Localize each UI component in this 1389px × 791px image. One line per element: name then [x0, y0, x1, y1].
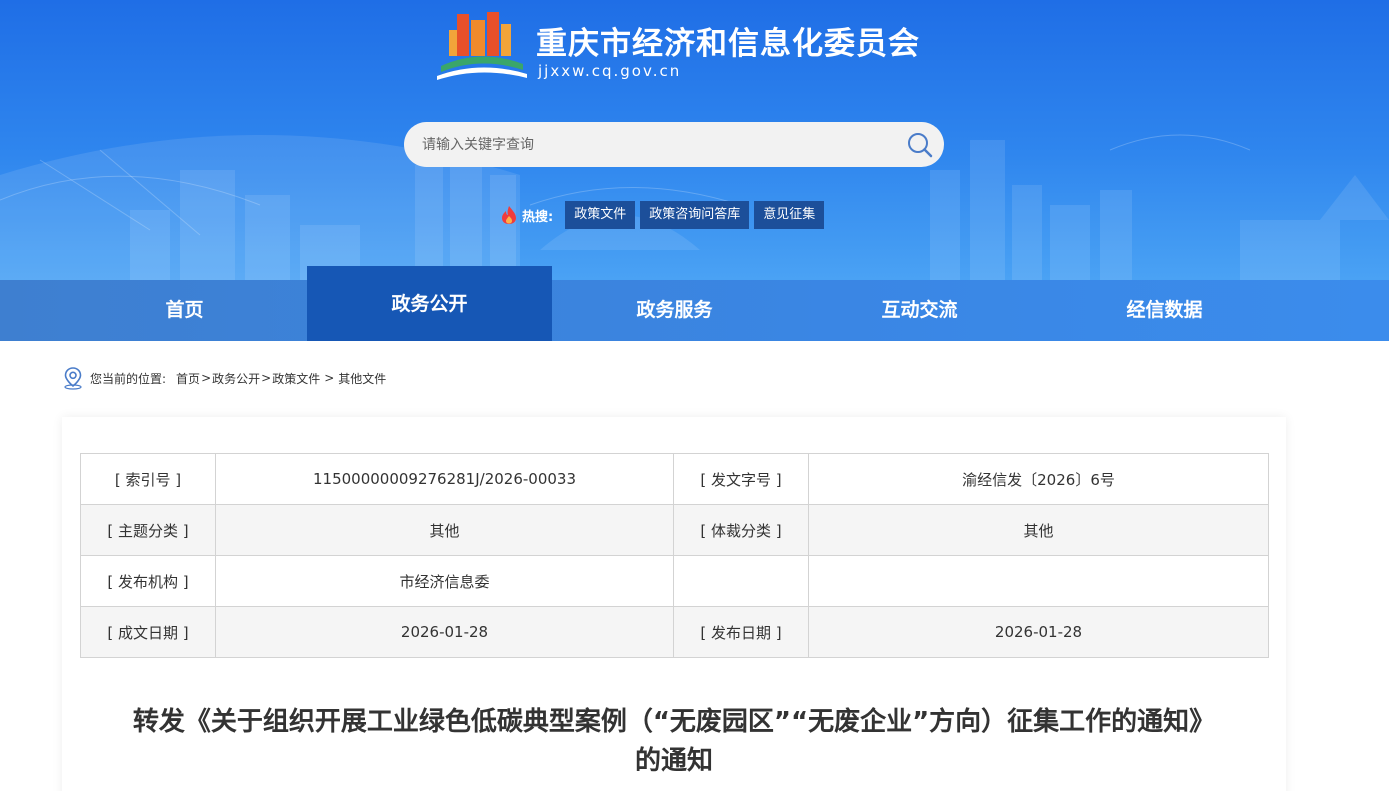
table-row: [ 索引号 ] 11500000009276281J/2026-00033 [ …: [80, 453, 1269, 505]
meta-value-index-no: 11500000009276281J/2026-00033: [215, 453, 674, 505]
breadcrumb-separator: >: [201, 371, 212, 385]
breadcrumb-separator: >: [324, 371, 335, 385]
breadcrumb-gov-affairs[interactable]: 政务公开: [212, 370, 260, 387]
hot-tag-opinion[interactable]: 意见征集: [754, 201, 825, 229]
meta-label-issuer: [ 发布机构 ]: [80, 555, 216, 607]
location-pin-icon: [64, 367, 82, 390]
site-logo-icon: [437, 12, 527, 80]
article-title-line-1: 转发《关于组织开展工业绿色低碳典型案例（“无废园区”“无废企业”方向）征集工作的…: [132, 707, 1216, 737]
breadcrumb-label: 您当前的位置:: [90, 371, 167, 386]
main-nav: 首页 政务公开 政务服务 互动交流 经信数据: [0, 266, 1389, 341]
header-banner: 重庆市经济和信息化委员会 jjxxw.cq.gov.cn 热搜: 政策文件 政策…: [0, 0, 1389, 280]
breadcrumb-policy-files[interactable]: 政策文件: [272, 370, 320, 387]
breadcrumb-other-files[interactable]: 其他文件: [338, 370, 386, 387]
meta-label-subject: [ 主题分类 ]: [80, 504, 216, 556]
fire-icon: [502, 206, 516, 224]
meta-value-created: 2026-01-28: [215, 606, 674, 658]
page: 重庆市经济和信息化委员会 jjxxw.cq.gov.cn 热搜: 政策文件 政策…: [0, 0, 1389, 791]
site-domain: jjxxw.cq.gov.cn: [538, 62, 682, 80]
meta-label-genre: [ 体裁分类 ]: [673, 504, 809, 556]
table-row: [ 发布机构 ] 市经济信息委: [80, 555, 1269, 607]
meta-label-created: [ 成文日期 ]: [80, 606, 216, 658]
document-meta-table: [ 索引号 ] 11500000009276281J/2026-00033 [ …: [80, 453, 1269, 658]
search-input[interactable]: [422, 122, 892, 167]
hot-search-bar: 热搜: 政策文件 政策咨询问答库 意见征集: [500, 201, 829, 229]
meta-label-doc-no: [ 发文字号 ]: [673, 453, 809, 505]
meta-label-index-no: [ 索引号 ]: [80, 453, 216, 505]
meta-value-issuer: 市经济信息委: [215, 555, 674, 607]
nav-item-data[interactable]: 经信数据: [1042, 280, 1287, 341]
breadcrumb: 您当前的位置: 首页 > 政务公开 > 政策文件 > 其他文件: [62, 366, 386, 390]
article-title-line-2: 的通知: [634, 746, 713, 776]
search-box: [404, 122, 944, 167]
hot-search-label: 热搜:: [522, 209, 554, 225]
meta-value-subject: 其他: [215, 504, 674, 556]
search-button[interactable]: [904, 129, 936, 161]
hot-tag-policy-files[interactable]: 政策文件: [565, 201, 636, 229]
meta-value-genre: 其他: [808, 504, 1269, 556]
table-row: [ 主题分类 ] 其他 [ 体裁分类 ] 其他: [80, 504, 1269, 556]
meta-value-published: 2026-01-28: [808, 606, 1269, 658]
search-icon: [908, 133, 933, 158]
hot-tag-policy-qa[interactable]: 政策咨询问答库: [640, 201, 750, 229]
meta-label-published: [ 发布日期 ]: [673, 606, 809, 658]
article-title: 转发《关于组织开展工业绿色低碳典型案例（“无废园区”“无废企业”方向）征集工作的…: [80, 703, 1268, 781]
nav-item-gov-services[interactable]: 政务服务: [552, 280, 797, 341]
meta-value-doc-no: 渝经信发〔2026〕6号: [808, 453, 1269, 505]
site-title: 重庆市经济和信息化委员会: [536, 26, 920, 62]
meta-empty-cell: [673, 555, 809, 607]
nav-item-home[interactable]: 首页: [62, 280, 307, 341]
nav-item-gov-affairs[interactable]: 政务公开: [307, 266, 552, 341]
breadcrumb-separator: >: [261, 371, 272, 385]
meta-empty-cell: [808, 555, 1269, 607]
breadcrumb-home[interactable]: 首页: [176, 370, 200, 387]
table-row: [ 成文日期 ] 2026-01-28 [ 发布日期 ] 2026-01-28: [80, 606, 1269, 658]
nav-item-interaction[interactable]: 互动交流: [797, 280, 1042, 341]
